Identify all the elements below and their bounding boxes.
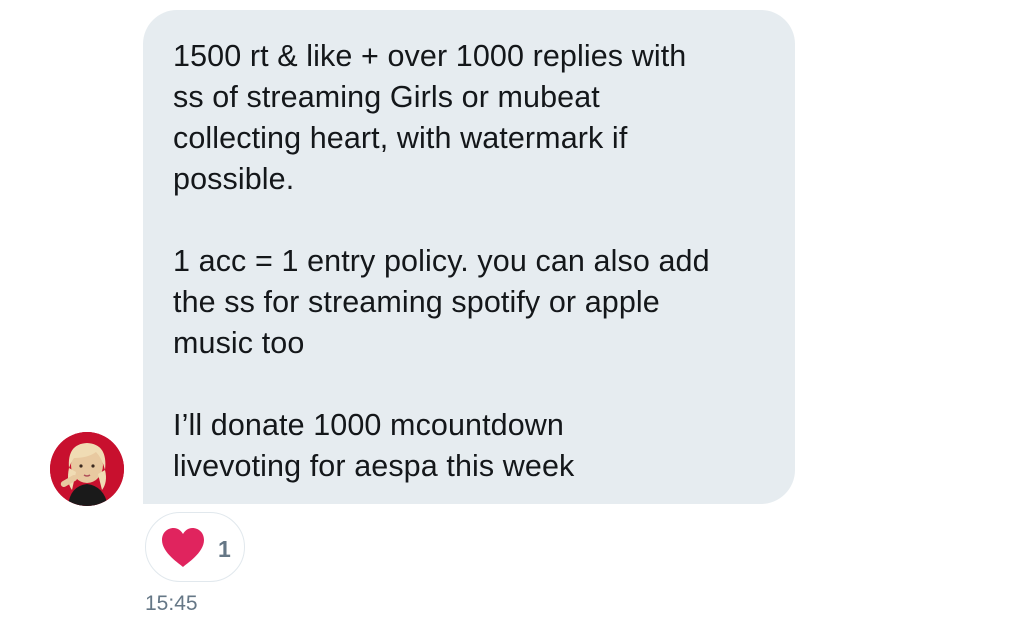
message-line: 1 acc = 1 entry policy. you can also add	[173, 244, 710, 278]
message-line: possible.	[173, 162, 295, 196]
message-timestamp: 15:45	[145, 592, 198, 615]
message-line: music too	[173, 326, 305, 360]
message-line: livevoting for aespa this week	[173, 449, 575, 483]
heart-reaction-button[interactable]: 1	[145, 512, 245, 582]
message-bubble[interactable]: 1500 rt & like + over 1000 replies with …	[143, 10, 795, 504]
dm-message-row: 1500 rt & like + over 1000 replies with …	[0, 0, 1024, 631]
message-line: the ss for streaming spotify or apple	[173, 285, 660, 319]
message-line: collecting heart, with watermark if	[173, 121, 628, 155]
message-line: 1500 rt & like + over 1000 replies with	[173, 39, 687, 73]
message-line: ss of streaming Girls or mubeat	[173, 80, 600, 114]
sender-avatar[interactable]	[50, 432, 124, 506]
message-paragraph: 1 acc = 1 entry policy. you can also add…	[173, 241, 765, 364]
message-paragraph: I’ll donate 1000 mcountdown livevoting f…	[173, 405, 765, 487]
avatar-image	[50, 432, 124, 506]
message-line: I’ll donate 1000 mcountdown	[173, 408, 564, 442]
reaction-count: 1	[218, 536, 231, 562]
message-paragraph: 1500 rt & like + over 1000 replies with …	[173, 36, 765, 200]
heart-icon	[162, 528, 204, 567]
